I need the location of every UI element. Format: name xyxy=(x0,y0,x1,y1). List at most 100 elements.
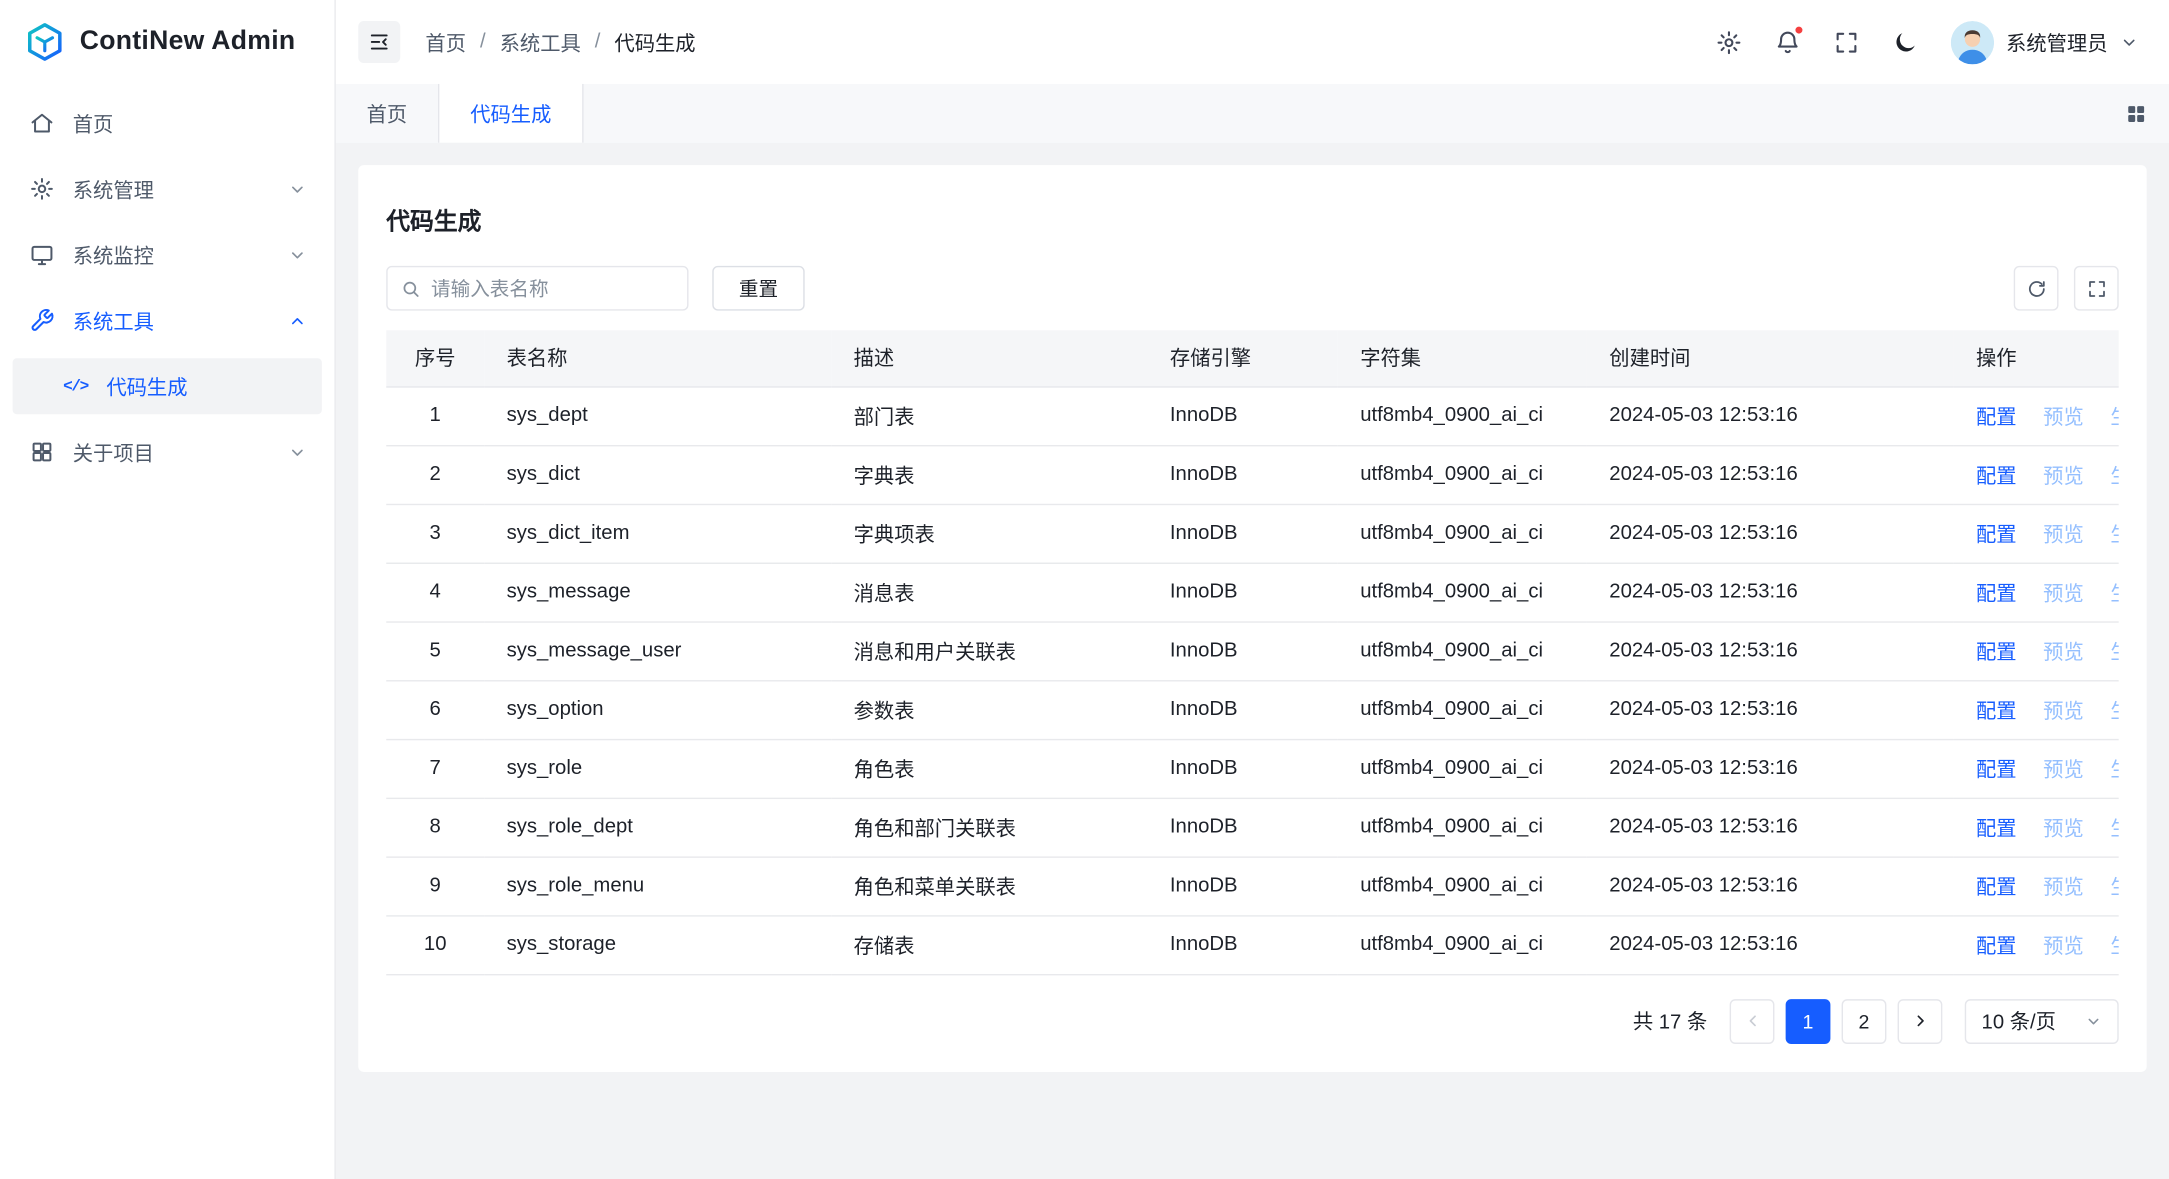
configure-link[interactable]: 配置 xyxy=(1976,818,2017,840)
refresh-button[interactable] xyxy=(2014,266,2059,311)
generate-link[interactable]: 生成 xyxy=(2110,935,2118,957)
generate-link[interactable]: 生成 xyxy=(2110,759,2118,781)
tab-home[interactable]: 首页 xyxy=(336,84,440,143)
sidebar-item-home[interactable]: 首页 xyxy=(13,95,322,151)
cell-index: 6 xyxy=(386,680,484,739)
preview-link[interactable]: 预览 xyxy=(2043,700,2084,722)
sidebar-item-system-tools[interactable]: 系统工具 xyxy=(13,292,322,348)
configure-link[interactable]: 配置 xyxy=(1976,935,2017,957)
configure-link[interactable]: 配置 xyxy=(1976,407,2017,429)
home-icon xyxy=(28,111,56,136)
settings-icon[interactable] xyxy=(1715,29,1742,56)
generate-link[interactable]: 生成 xyxy=(2110,642,2118,664)
cell-engine: InnoDB xyxy=(1148,386,1338,445)
configure-link[interactable]: 配置 xyxy=(1976,759,2017,781)
app-logo[interactable]: ContiNew Admin xyxy=(0,0,334,84)
search-input[interactable] xyxy=(431,277,674,299)
table-row: 3 sys_dict_item 字典项表 InnoDB utf8mb4_0900… xyxy=(386,504,2118,563)
cell-description: 字典项表 xyxy=(831,504,1147,563)
cell-description: 消息和用户关联表 xyxy=(831,621,1147,680)
preview-link[interactable]: 预览 xyxy=(2043,407,2084,429)
page-size-value: 10 条/页 xyxy=(1982,1006,2056,1035)
cell-charset: utf8mb4_0900_ai_ci xyxy=(1338,386,1587,445)
cell-description: 角色表 xyxy=(831,739,1147,798)
cell-charset: utf8mb4_0900_ai_ci xyxy=(1338,563,1587,622)
sidebar-item-about-project[interactable]: 关于项目 xyxy=(13,424,322,480)
sidebar-item-code-generation[interactable]: </> 代码生成 xyxy=(13,358,322,414)
code-generation-card: 代码生成 重置 xyxy=(358,165,2146,1071)
col-engine: 存储引擎 xyxy=(1148,330,1338,386)
cell-table-name: sys_role xyxy=(484,739,831,798)
code-icon: </> xyxy=(62,377,90,395)
page-size-select[interactable]: 10 条/页 xyxy=(1965,998,2119,1043)
table-fullscreen-button[interactable] xyxy=(2074,266,2119,311)
cell-created-time: 2024-05-03 12:53:16 xyxy=(1587,856,1954,915)
table-row: 5 sys_message_user 消息和用户关联表 InnoDB utf8m… xyxy=(386,621,2118,680)
configure-link[interactable]: 配置 xyxy=(1976,465,2017,487)
preview-link[interactable]: 预览 xyxy=(2043,759,2084,781)
table-row: 1 sys_dept 部门表 InnoDB utf8mb4_0900_ai_ci… xyxy=(386,386,2118,445)
sidebar-item-label: 首页 xyxy=(73,108,307,137)
configure-link[interactable]: 配置 xyxy=(1976,524,2017,546)
cell-table-name: sys_role_menu xyxy=(484,856,831,915)
preview-link[interactable]: 预览 xyxy=(2043,818,2084,840)
sidebar-collapse-button[interactable] xyxy=(358,21,400,63)
chevron-left-icon xyxy=(1743,1012,1761,1030)
table-row: 10 sys_storage 存储表 InnoDB utf8mb4_0900_a… xyxy=(386,915,2118,974)
reset-button[interactable]: 重置 xyxy=(712,266,804,311)
dark-mode-moon-icon[interactable] xyxy=(1891,29,1918,56)
app-window: ContiNew Admin 首页 系统管理 xyxy=(0,0,2169,1179)
monitor-icon xyxy=(28,242,56,267)
main-column: 首页 / 系统工具 / 代码生成 xyxy=(336,0,2169,1179)
page-title: 代码生成 xyxy=(386,202,2118,237)
tab-code-generation[interactable]: 代码生成 xyxy=(439,84,583,143)
notifications-bell-icon[interactable] xyxy=(1774,29,1801,56)
cell-index: 9 xyxy=(386,856,484,915)
fullscreen-icon[interactable] xyxy=(1833,29,1860,56)
pagination-next-button[interactable] xyxy=(1898,998,1943,1043)
generate-link[interactable]: 生成 xyxy=(2110,700,2118,722)
preview-link[interactable]: 预览 xyxy=(2043,465,2084,487)
cell-engine: InnoDB xyxy=(1148,680,1338,739)
sidebar-item-system-management[interactable]: 系统管理 xyxy=(13,161,322,217)
pagination-prev-button[interactable] xyxy=(1730,998,1775,1043)
generate-link[interactable]: 生成 xyxy=(2110,818,2118,840)
pagination-page-1[interactable]: 1 xyxy=(1786,998,1831,1043)
pagination-page-2[interactable]: 2 xyxy=(1842,998,1887,1043)
cell-description: 角色和菜单关联表 xyxy=(831,856,1147,915)
grid-icon xyxy=(28,439,56,464)
configure-link[interactable]: 配置 xyxy=(1976,642,2017,664)
user-menu[interactable]: 系统管理员 xyxy=(1950,20,2138,63)
cell-table-name: sys_option xyxy=(484,680,831,739)
tab-options-grid-icon[interactable] xyxy=(2124,84,2169,143)
breadcrumb-home[interactable]: 首页 xyxy=(425,27,466,56)
configure-link[interactable]: 配置 xyxy=(1976,700,2017,722)
cell-table-name: sys_message_user xyxy=(484,621,831,680)
configure-link[interactable]: 配置 xyxy=(1976,583,2017,605)
configure-link[interactable]: 配置 xyxy=(1976,877,2017,899)
generate-link[interactable]: 生成 xyxy=(2110,877,2118,899)
sidebar-item-system-monitor[interactable]: 系统监控 xyxy=(13,227,322,283)
preview-link[interactable]: 预览 xyxy=(2043,583,2084,605)
chevron-up-icon xyxy=(288,311,306,329)
cell-index: 5 xyxy=(386,621,484,680)
preview-link[interactable]: 预览 xyxy=(2043,524,2084,546)
generate-link[interactable]: 生成 xyxy=(2110,583,2118,605)
cell-charset: utf8mb4_0900_ai_ci xyxy=(1338,504,1587,563)
generate-link[interactable]: 生成 xyxy=(2110,524,2118,546)
logo-icon xyxy=(24,21,66,63)
preview-link[interactable]: 预览 xyxy=(2043,935,2084,957)
cell-actions: 配置 预览 生成 xyxy=(1954,445,2119,504)
cell-charset: utf8mb4_0900_ai_ci xyxy=(1338,445,1587,504)
pagination-total: 共 17 条 xyxy=(1633,1006,1707,1035)
breadcrumb-system-tools[interactable]: 系统工具 xyxy=(500,27,581,56)
table-name-search[interactable] xyxy=(386,266,688,311)
generate-link[interactable]: 生成 xyxy=(2110,465,2118,487)
generate-link[interactable]: 生成 xyxy=(2110,407,2118,429)
preview-link[interactable]: 预览 xyxy=(2043,877,2084,899)
cell-actions: 配置 预览 生成 xyxy=(1954,739,2119,798)
cell-created-time: 2024-05-03 12:53:16 xyxy=(1587,504,1954,563)
preview-link[interactable]: 预览 xyxy=(2043,642,2084,664)
expand-icon xyxy=(2086,278,2107,299)
breadcrumb-separator: / xyxy=(480,31,486,53)
